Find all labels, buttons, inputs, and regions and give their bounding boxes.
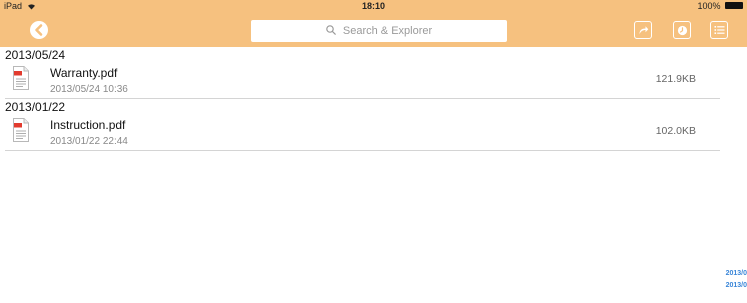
pdf-file-icon [13, 66, 29, 90]
section-header-date: 2013/01/22 [5, 100, 66, 114]
share-button[interactable] [634, 21, 652, 39]
search-input[interactable]: Search & Explorer [251, 20, 507, 42]
pdf-file-icon [13, 118, 29, 142]
file-size: 102.0KB [655, 125, 696, 137]
recent-button[interactable] [673, 21, 691, 39]
file-modified-date: 2013/01/22 22:44 [50, 136, 128, 147]
file-name: Warranty.pdf [50, 66, 118, 80]
search-placeholder: Search & Explorer [342, 25, 433, 37]
back-button[interactable] [30, 21, 48, 39]
search-icon [326, 25, 336, 35]
file-row[interactable]: Warranty.pdf 2013/05/24 10:36 121.9KB [0, 63, 720, 96]
back-arrow-icon [30, 21, 48, 39]
date-index: 2013/0 2013/0 [721, 268, 747, 292]
status-time: 18:10 [361, 1, 386, 11]
clock-icon [677, 25, 687, 35]
battery-icon [725, 2, 743, 10]
status-bar-battery: 100% [697, 0, 743, 13]
row-divider [5, 150, 720, 151]
file-row[interactable]: Instruction.pdf 2013/01/22 22:44 102.0KB [0, 115, 720, 148]
share-arrow-icon [639, 26, 648, 34]
date-index-item[interactable]: 2013/0 [721, 268, 747, 280]
list-view-button[interactable] [710, 21, 728, 39]
file-name: Instruction.pdf [50, 118, 126, 132]
list-icon [714, 26, 724, 34]
file-size: 121.9KB [655, 73, 696, 85]
row-divider [5, 98, 720, 99]
date-index-item[interactable]: 2013/0 [721, 280, 747, 292]
file-modified-date: 2013/05/24 10:36 [50, 84, 128, 95]
battery-percent: 100% [697, 1, 721, 11]
toolbar: Search & Explorer [0, 13, 747, 47]
section-header-date: 2013/05/24 [5, 48, 66, 62]
status-bar: iPad 18:10 100% [0, 0, 747, 13]
